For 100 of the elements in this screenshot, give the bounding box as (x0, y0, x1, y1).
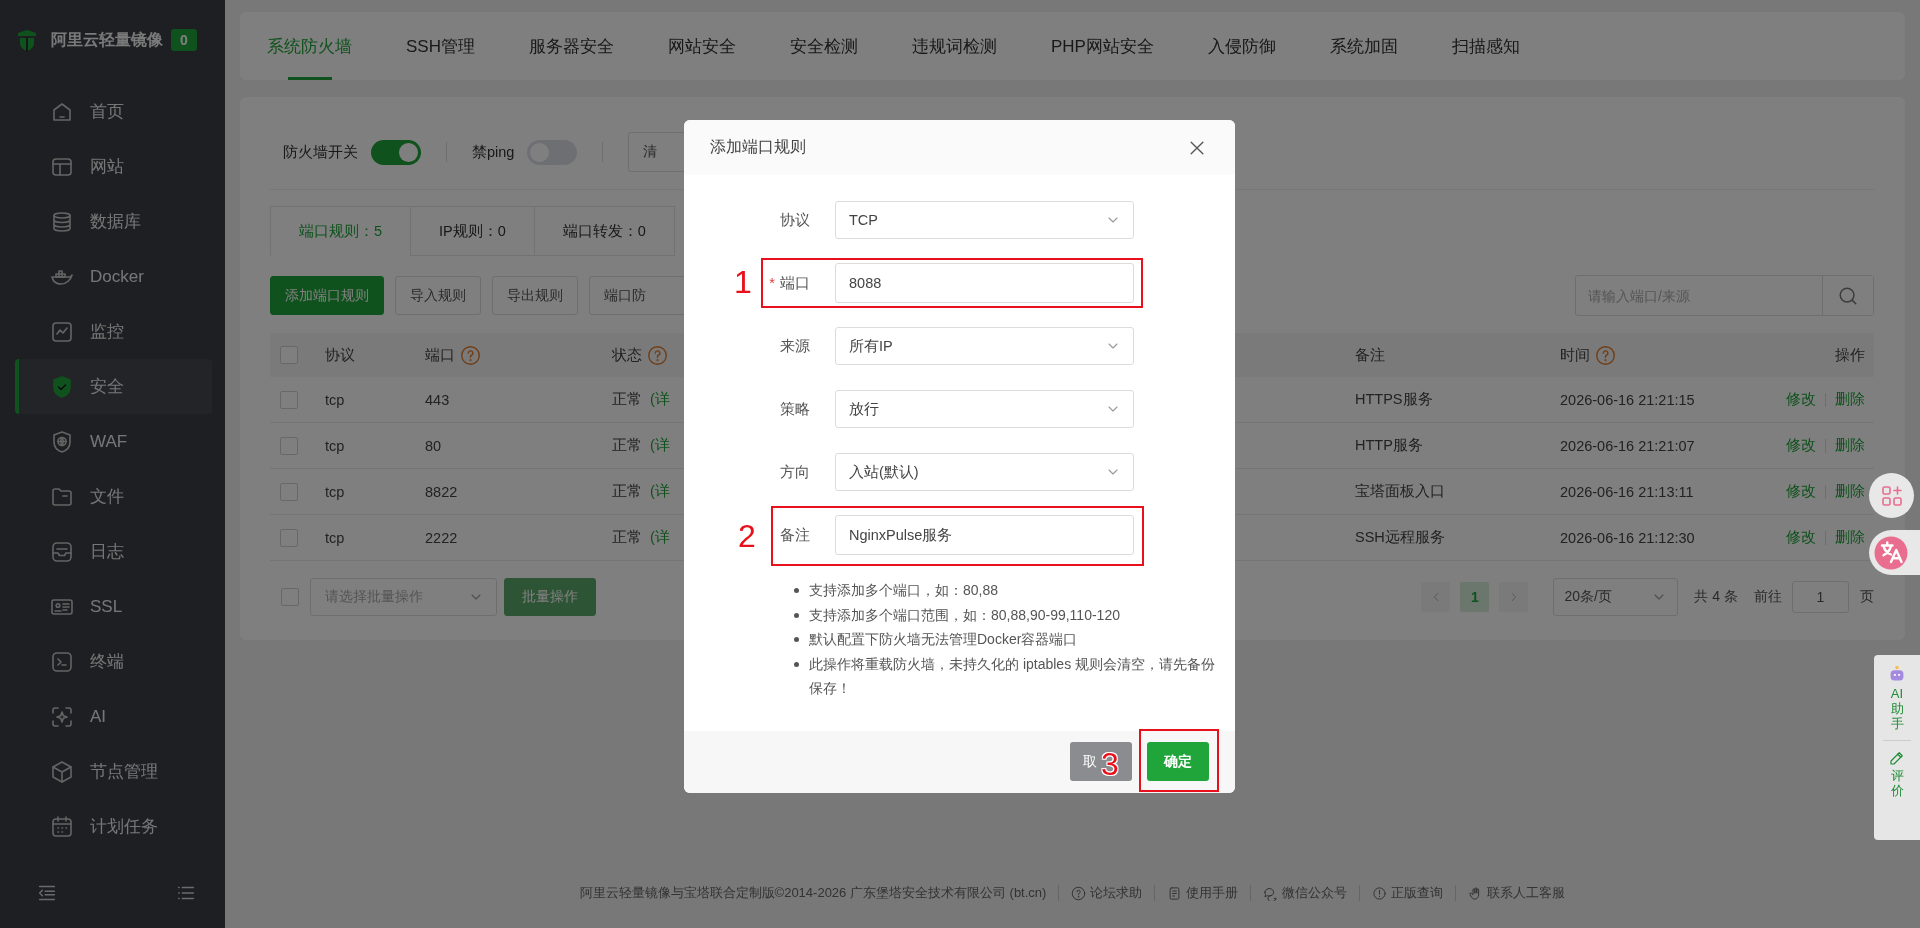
tab[interactable]: 安全检测 (762, 12, 885, 80)
nav-item[interactable]: SSL (15, 579, 212, 634)
table-cell: 宝塔面板入口 (1355, 482, 1445, 501)
tab[interactable]: PHP网站安全 (1023, 12, 1181, 80)
delete-link[interactable]: 删除 (1835, 482, 1865, 501)
table-cell: HTTP服务 (1355, 436, 1423, 455)
footer-link[interactable]: 正版查询 (1372, 884, 1444, 902)
delete-link[interactable]: 删除 (1835, 528, 1865, 547)
tab[interactable]: 网站安全 (640, 12, 763, 80)
page-input[interactable]: 1 (1792, 581, 1849, 613)
dropdown[interactable]: 20条/页 (1553, 578, 1679, 616)
table-cell: tcp (325, 391, 345, 408)
table-cell: 2026-06-16 21:13:11 (1560, 483, 1694, 500)
table-cell: tcp (325, 483, 345, 500)
status-text: 正常 (612, 528, 642, 547)
search-button[interactable] (1822, 276, 1873, 315)
nav-item[interactable]: 日志 (15, 524, 212, 579)
copyright-text: 阿里云轻量镜像与宝塔联合定制版©2014-2026 广东堡塔安全技术有限公司 (bt.cn) (579, 884, 1047, 902)
details-link[interactable]: (详 (650, 528, 670, 547)
footer-link[interactable]: 使用手册 (1167, 884, 1239, 902)
tab[interactable]: 服务器安全 (501, 12, 641, 80)
column-header: 协议 (325, 345, 355, 365)
database-icon (50, 209, 74, 234)
action-button[interactable]: 导入规则 (395, 276, 481, 315)
dropdown[interactable]: TCP (835, 201, 1134, 239)
nav-item[interactable]: 网站 (15, 139, 212, 194)
column-header: 状态 (612, 345, 642, 365)
field-label: 来源 (780, 336, 810, 356)
input-field[interactable]: NginxPulse服务 (835, 515, 1134, 555)
footer-link[interactable]: 论坛求助 (1071, 884, 1143, 902)
status-text: 正常 (612, 482, 642, 501)
switch-label: 防火墙开关 (283, 142, 358, 162)
input-field[interactable]: 8088 (835, 263, 1134, 303)
nav-item[interactable]: 安全 (15, 359, 212, 414)
field-label: 方向 (780, 462, 810, 482)
tab[interactable]: SSH管理 (379, 12, 502, 80)
nav-item[interactable]: 节点管理 (15, 744, 212, 799)
annotation-number: 1 (734, 266, 752, 298)
tab[interactable]: 端口转发：0 (533, 206, 675, 256)
translate-button[interactable] (1869, 530, 1920, 575)
chat-icon (1263, 885, 1279, 901)
toggle-switch[interactable] (371, 139, 421, 165)
nav-item[interactable]: 终端 (15, 634, 212, 689)
edit-link[interactable]: 修改 (1786, 390, 1816, 409)
count-badge: 0 (171, 29, 197, 51)
field-label: 策略 (780, 399, 810, 419)
confirm-button[interactable]: 确定 (1147, 742, 1209, 781)
dropdown[interactable]: 入站(默认) (835, 453, 1134, 491)
action-button[interactable]: 添加端口规则 (270, 276, 384, 315)
tab[interactable]: 入侵防御 (1180, 12, 1303, 80)
help-icon (1071, 885, 1087, 901)
prev-page-button[interactable] (1421, 582, 1451, 612)
assistant-link[interactable]: AI助手 (1889, 687, 1905, 732)
page-label: 页 (1860, 588, 1874, 606)
dropdown[interactable]: 放行 (835, 390, 1134, 428)
nav-item[interactable]: 监控 (15, 304, 212, 359)
annotation-number: 3 (1101, 748, 1119, 780)
page-button[interactable]: 1 (1460, 582, 1490, 612)
tab[interactable]: IP规则：0 (410, 206, 535, 256)
bullet-icon (794, 637, 799, 642)
nav-item[interactable]: WAF (15, 414, 212, 469)
nav-item[interactable]: 文件 (15, 469, 212, 524)
details-link[interactable]: (详 (650, 436, 670, 455)
app-title: 阿里云轻量镜像 (51, 29, 164, 50)
column-header: 备注 (1355, 345, 1385, 365)
tab[interactable]: 端口规则：5 (270, 206, 412, 256)
table-cell: 2026-06-16 21:12:30 (1560, 529, 1695, 546)
nav-item[interactable]: 首页 (15, 84, 212, 139)
tab[interactable]: 违规词检测 (884, 12, 1024, 80)
nav-item[interactable]: Docker (15, 249, 212, 304)
dropdown[interactable]: 所有IP (835, 327, 1134, 365)
edit-link[interactable]: 修改 (1786, 482, 1816, 501)
action-button[interactable]: 导出规则 (492, 276, 578, 315)
tab[interactable]: 扫描感知 (1424, 12, 1547, 80)
details-link[interactable]: (详 (650, 482, 670, 501)
goto-label: 前往 (1754, 588, 1782, 606)
footer-link[interactable]: 联系人工客服 (1468, 884, 1566, 902)
table-cell: SSH远程服务 (1355, 528, 1445, 547)
tab[interactable]: 系统加固 (1302, 12, 1425, 80)
table-cell: 2026-06-16 21:21:15 (1560, 391, 1695, 408)
review-link[interactable]: 评价 (1889, 768, 1905, 799)
bullet-icon (794, 661, 799, 667)
next-page-button[interactable] (1499, 582, 1529, 612)
chart-icon (50, 319, 74, 344)
field-label: 备注 (780, 525, 810, 545)
required-mark: * (769, 275, 775, 291)
nav-item[interactable]: 数据库 (15, 194, 212, 249)
delete-link[interactable]: 删除 (1835, 390, 1865, 409)
delete-link[interactable]: 删除 (1835, 436, 1865, 455)
nav-item[interactable]: AI (15, 689, 212, 744)
bullet-icon (794, 588, 799, 593)
edit-link[interactable]: 修改 (1786, 436, 1816, 455)
details-link[interactable]: (详 (650, 390, 670, 409)
table-cell: 2026-06-16 21:21:07 (1560, 437, 1695, 454)
footer-link[interactable]: 微信公众号 (1263, 884, 1348, 902)
edit-link[interactable]: 修改 (1786, 528, 1816, 547)
nav-item[interactable]: 计划任务 (15, 799, 212, 854)
calendar-icon (50, 814, 74, 839)
annotation-number: 2 (738, 520, 756, 552)
tab[interactable]: 系统防火墙 (240, 12, 379, 80)
